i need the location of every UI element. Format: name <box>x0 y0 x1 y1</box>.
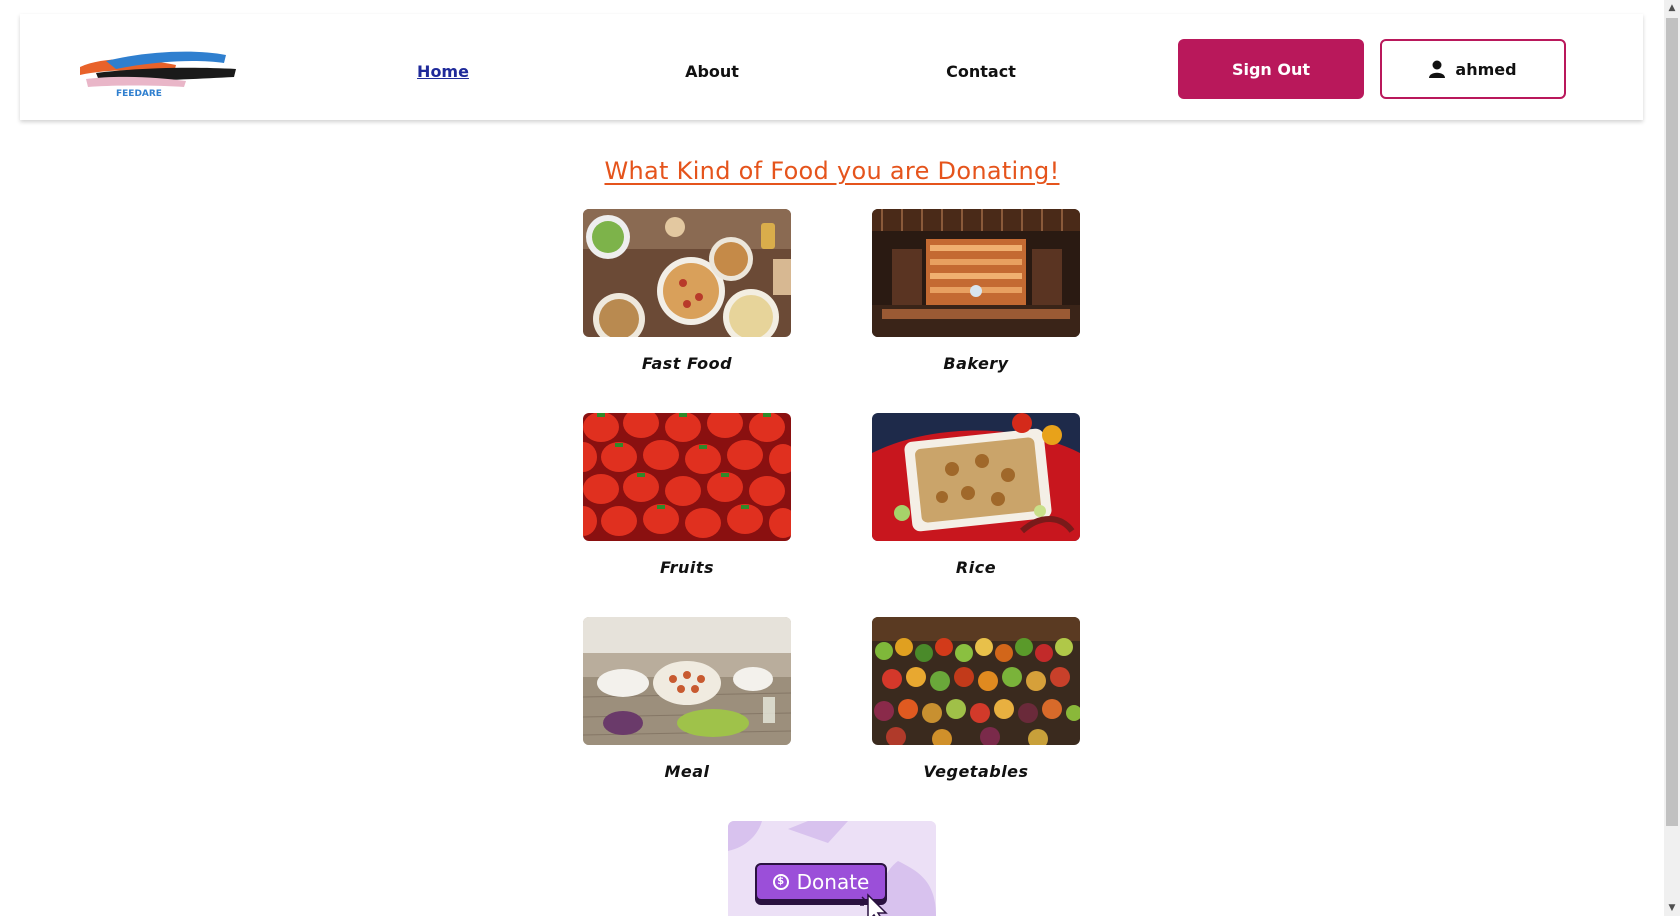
nav-home[interactable]: Home <box>417 62 469 81</box>
user-name: ahmed <box>1455 59 1517 79</box>
category-card-meal[interactable]: Meal <box>583 617 791 781</box>
category-label: Fruits <box>659 558 715 577</box>
category-label: Vegetables <box>923 762 1029 781</box>
coin-icon: $ <box>772 874 789 890</box>
scrollbar-thumb[interactable] <box>1666 18 1678 826</box>
user-profile-button[interactable]: ahmed <box>1380 39 1566 99</box>
user-icon <box>1429 60 1446 78</box>
page-title: What Kind of Food you are Donating! <box>604 157 1060 185</box>
bakery-photo <box>872 209 1080 337</box>
nav-about[interactable]: About <box>685 62 739 81</box>
meal-table-photo <box>583 617 791 745</box>
category-card-fast-food[interactable]: Fast Food <box>583 209 791 373</box>
sign-out-button[interactable]: Sign Out <box>1178 39 1364 99</box>
category-label: Rice <box>955 558 997 577</box>
feedare-logo[interactable]: FEEDARE <box>76 45 240 99</box>
rice-photo <box>872 413 1080 541</box>
category-label: Meal <box>664 762 710 781</box>
category-label: Bakery <box>943 354 1009 373</box>
category-label: Fast Food <box>641 354 733 373</box>
strawberries-photo <box>583 413 791 541</box>
donate-banner[interactable]: $ Donate <box>728 821 936 916</box>
category-card-fruits[interactable]: Fruits <box>583 413 791 577</box>
site-header: FEEDARE Home About Contact Sign Out ahme… <box>20 14 1643 120</box>
category-card-rice[interactable]: Rice <box>872 413 1080 577</box>
donate-label: Donate <box>796 870 870 894</box>
vegetables-market-photo <box>872 617 1080 745</box>
category-card-bakery[interactable]: Bakery <box>872 209 1080 373</box>
category-card-vegetables[interactable]: Vegetables <box>872 617 1080 781</box>
nav-contact[interactable]: Contact <box>946 62 1016 81</box>
fast-food-photo <box>583 209 791 337</box>
scroll-down-icon[interactable]: ▼ <box>1664 900 1680 916</box>
cursor-pointer-icon <box>860 893 888 916</box>
scroll-up-icon[interactable]: ▲ <box>1664 0 1680 16</box>
vertical-scrollbar[interactable]: ▲ ▼ <box>1664 0 1680 916</box>
svg-text:FEEDARE: FEEDARE <box>116 89 162 99</box>
